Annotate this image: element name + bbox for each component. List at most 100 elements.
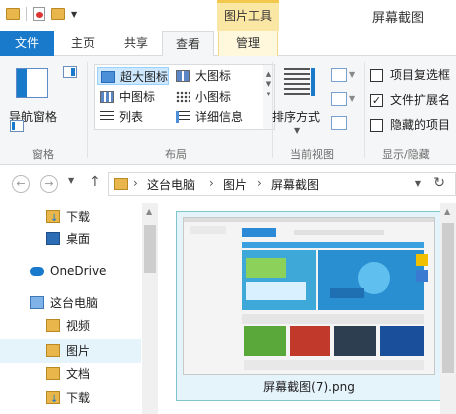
layout-item-label: 详细信息 [195,110,244,124]
properties-icon[interactable] [33,7,45,21]
tab-file[interactable]: 文件 [0,31,54,56]
nav-item-label: 视频 [66,319,91,333]
sort-by-icon [284,68,310,96]
large-icons-icon [176,70,190,82]
up-button[interactable]: ↑ [89,174,101,190]
file-list-scrollbar[interactable]: ▲ [440,203,456,414]
recent-locations-icon[interactable]: ▼ [68,176,74,185]
navigation-pane-scrollbar[interactable]: ▲ [142,203,158,414]
tab-manage[interactable]: 管理 [218,31,278,56]
breadcrumb-pictures[interactable]: 图片 [223,176,247,193]
details-icon [176,111,190,123]
layout-item-label: 大图标 [195,69,232,83]
file-item[interactable]: 屏幕截图(7).png [176,211,442,401]
nav-item-label: OneDrive [50,264,107,278]
nav-item-desktop[interactable]: 桌面 [0,227,141,251]
back-button[interactable]: ← [12,175,30,193]
group-label-show-hide: 显示/隐藏 [382,148,430,161]
small-icons-icon [176,91,190,103]
layout-extra-large-icons[interactable]: 超大图标 [97,67,169,85]
breadcrumb-separator[interactable]: › [209,176,214,190]
details-pane-icon[interactable] [10,120,24,132]
nav-item-label: 桌面 [66,232,91,246]
file-list: 屏幕截图(7).png ▲ [158,203,456,414]
forward-button[interactable]: → [40,175,58,193]
ribbon-view: 导航窗格 窗格 超大图标 大图标 中图标 小图标 列表 详细信息 ▲ ▼ ▾ 布局 … [0,56,456,165]
nav-item-label: 下载 [66,210,91,224]
this-pc-icon [30,296,44,309]
layout-details[interactable]: 详细信息 [173,108,243,126]
scrollbar-thumb[interactable] [144,225,156,273]
sort-by-label: 排序方式 [272,110,321,124]
desktop-icon [46,232,60,245]
sort-by-button[interactable]: 排序方式 ▼ [272,64,328,144]
chevron-down-icon: ▼ [294,126,301,135]
layout-medium-icons[interactable]: 中图标 [97,88,155,106]
sort-arrow-icon [311,68,315,96]
group-by-icon[interactable] [331,68,347,82]
scroll-up-icon[interactable]: ▲ [146,207,152,216]
hidden-items-label: 隐藏的项目 [390,118,451,132]
tab-share[interactable]: 共享 [110,31,162,56]
breadcrumb-screenshots[interactable]: 屏幕截图 [271,176,319,193]
refresh-icon[interactable]: ↻ [433,175,445,191]
size-columns-icon[interactable] [331,116,347,130]
nav-item-pictures[interactable]: 图片 [0,339,141,363]
ribbon-separator [87,62,88,158]
layout-item-label: 小图标 [195,90,232,104]
nav-item-downloads[interactable]: 下载 [0,205,141,231]
breadcrumb-separator[interactable]: › [133,176,138,190]
file-name: 屏幕截图(7).png [263,380,355,394]
folder-icon [6,8,20,20]
file-thumbnail [183,217,435,375]
chevron-down-icon[interactable]: ▼ [349,70,355,79]
address-dropdown-icon[interactable]: ▼ [415,179,421,188]
nav-item-label: 图片 [66,344,91,358]
tab-view[interactable]: 查看 [162,31,214,57]
group-label-current-view: 当前视图 [290,148,334,161]
layout-small-icons[interactable]: 小图标 [173,88,231,106]
address-bar[interactable]: › 这台电脑 › 图片 › 屏幕截图 ▼ ↻ [108,172,456,196]
customize-qat-icon[interactable]: ▼ [71,10,77,19]
file-extensions-checkbox[interactable]: ✓ [370,94,383,107]
chevron-down-icon[interactable]: ▼ [349,94,355,103]
group-label-layout: 布局 [165,148,187,161]
new-folder-icon[interactable] [51,8,65,20]
nav-item-downloads[interactable]: 下载 [0,386,141,412]
group-label-panes: 窗格 [32,148,54,161]
nav-item-this-pc[interactable]: 这台电脑 [0,291,141,315]
layout-list[interactable]: 列表 [97,108,143,126]
item-checkboxes-label: 项目复选框 [390,68,451,82]
nav-item-label: 文档 [66,367,91,381]
download-folder-icon [46,388,60,412]
pictures-folder-icon [46,344,60,357]
tab-home[interactable]: 主页 [57,31,109,56]
file-extensions-label: 文件扩展名 [390,93,451,107]
nav-item-documents[interactable]: 文档 [0,362,141,386]
ribbon-tabs: 文件 主页 共享 查看 管理 [0,31,456,57]
breadcrumb-this-pc[interactable]: 这台电脑 [147,176,195,193]
nav-item-videos[interactable]: 视频 [0,314,141,338]
breadcrumb-separator[interactable]: › [257,176,262,190]
extra-large-icons-icon [101,71,115,83]
nav-item-onedrive[interactable]: OneDrive [0,259,141,283]
picture-tools-tab-group: 图片工具 [217,0,279,31]
nav-item-label: 这台电脑 [50,296,99,310]
title-bar: ▼ 图片工具 屏幕截图 [0,0,456,31]
preview-pane-icon[interactable] [63,66,77,78]
window-title: 屏幕截图 [372,11,425,26]
item-checkboxes-checkbox[interactable] [370,69,383,82]
scrollbar-thumb[interactable] [442,223,454,373]
add-columns-icon[interactable] [331,92,347,106]
hidden-items-checkbox[interactable] [370,119,383,132]
documents-folder-icon [46,367,60,380]
download-folder-icon [46,207,60,231]
videos-folder-icon [46,319,60,332]
qat-separator [26,7,27,21]
nav-item-label: 下载 [66,391,91,405]
scroll-up-icon[interactable]: ▲ [444,207,450,216]
ribbon-separator [364,62,365,158]
address-bar-row: ← → ▼ ↑ › 这台电脑 › 图片 › 屏幕截图 ▼ ↻ [0,165,456,203]
quick-access-toolbar: ▼ [6,7,77,21]
layout-large-icons[interactable]: 大图标 [173,67,231,85]
